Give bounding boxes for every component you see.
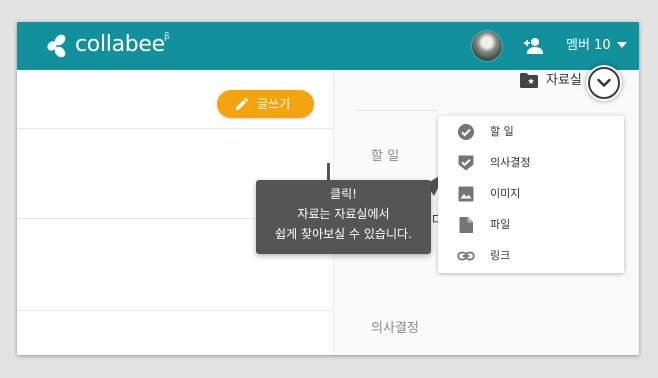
divider [356,110,438,111]
tooltip-line: 클릭! [330,187,357,201]
image-icon [458,186,474,202]
link-icon [457,251,475,261]
menu-item-link[interactable]: 링크 [438,240,624,271]
menu-item-label: 파일 [490,218,511,231]
caret-down-icon[interactable] [617,42,627,48]
pencil-icon [236,97,249,110]
section-decision-label: 의사결정 [371,321,419,336]
member-count[interactable]: 멤버 10 [566,36,611,56]
top-bar: collabee β 멤버 10 [17,22,639,70]
menu-item-label: 의사결정 [490,156,531,169]
menu-item-file[interactable]: 파일 [438,209,624,240]
files-label: 자료실 [546,73,582,88]
menu-item-todo[interactable]: 할 일 [438,116,624,147]
avatar[interactable] [472,31,502,61]
divider [17,128,333,129]
menu-item-label: 할 일 [490,125,514,138]
files-dropdown-menu: 할 일 의사결정 이미지 파일 링크 [438,116,624,273]
write-button[interactable]: 글쓰기 [217,90,314,118]
beta-mark: β [164,32,170,42]
tooltip-pointer-mark [327,163,330,181]
divider [17,310,333,311]
menu-item-label: 링크 [490,249,511,262]
file-icon [459,217,473,233]
menu-item-label: 이미지 [490,187,521,200]
expand-files-button[interactable] [588,67,620,99]
check-circle-icon [458,124,474,140]
brand-name[interactable]: collabee [75,32,165,58]
menu-item-image[interactable]: 이미지 [438,178,624,209]
menu-item-decision[interactable]: 의사결정 [438,147,624,178]
add-person-icon[interactable] [522,35,544,57]
tooltip-line: 쉽게 찾아보실 수 있습니다. [275,227,412,241]
tooltip-line: 자료는 자료실에서 [297,207,390,221]
tooltip: 클릭! 자료는 자료실에서 쉽게 찾아보실 수 있습니다. [256,180,431,254]
logo-icon[interactable] [45,33,71,59]
section-todo-label: 할 일 [371,149,400,164]
chevron-down-icon [597,78,611,87]
write-button-label: 글쓰기 [257,97,291,111]
shield-check-icon [458,155,474,171]
folder-star-icon [520,73,538,88]
